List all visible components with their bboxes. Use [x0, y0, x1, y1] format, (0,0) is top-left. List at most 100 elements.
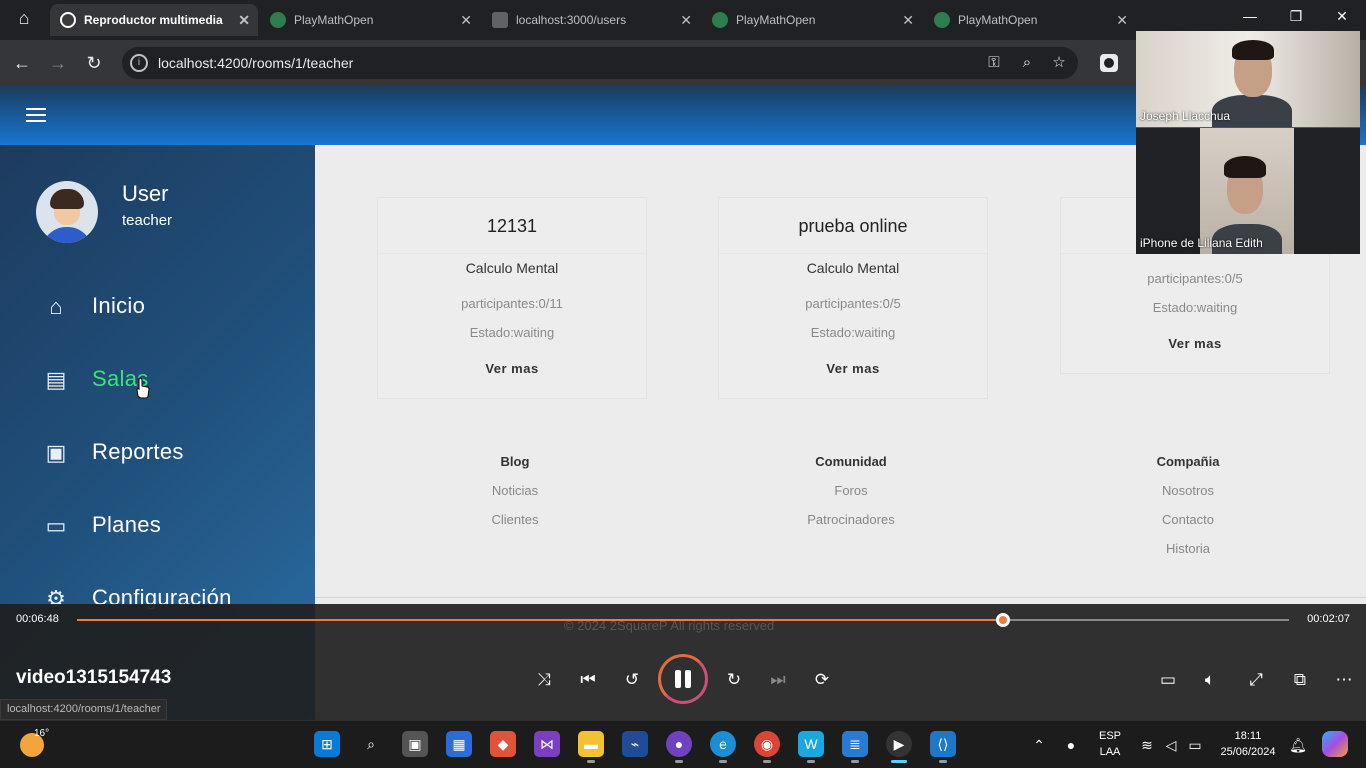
- extension-icon[interactable]: [1100, 54, 1118, 72]
- footer-link[interactable]: Noticias: [415, 480, 615, 509]
- chrome-icon[interactable]: ◉: [754, 731, 780, 763]
- room-participants: participantes:0/11: [461, 296, 563, 311]
- rewind-10-icon[interactable]: ↺: [618, 666, 646, 694]
- visual-studio-icon[interactable]: ⋈: [534, 731, 560, 757]
- home-icon[interactable]: ⌂: [10, 6, 38, 30]
- sidebar-item-label: Planes: [92, 512, 162, 537]
- zoom-icon[interactable]: ⌕: [1017, 53, 1037, 73]
- copilot-icon[interactable]: [1322, 731, 1348, 757]
- address-bar[interactable]: i localhost:4200/rooms/1/teacher ⚿ ⌕ ☆: [122, 47, 1078, 79]
- room-card: prueba online Calculo Mental participant…: [718, 197, 988, 399]
- repeat-off-icon[interactable]: ⟳: [808, 666, 836, 694]
- call-participant-tile[interactable]: iPhone de Liliana Edith: [1136, 128, 1360, 254]
- fullscreen-icon[interactable]: ⤢: [1242, 666, 1270, 694]
- tab-playmathopen-1[interactable]: PlayMathOpen ✕: [260, 4, 480, 36]
- notepad-icon[interactable]: ≣: [842, 731, 868, 763]
- sidebar-item-salas[interactable]: ▤ Salas: [42, 362, 302, 402]
- close-icon[interactable]: ✕: [680, 4, 692, 36]
- tab-playmathopen-3[interactable]: PlayMathOpen ✕: [924, 4, 1136, 36]
- sidebar-item-reportes[interactable]: ▣ Reportes: [42, 435, 302, 475]
- room-status: Estado:waiting: [1152, 300, 1238, 315]
- playmath-favicon-icon: [270, 12, 286, 28]
- speaker-icon[interactable]: ◁: [1161, 735, 1181, 755]
- battery-icon[interactable]: ▭: [1185, 735, 1205, 755]
- footer-link[interactable]: Patrocinadores: [751, 509, 951, 538]
- ver-mas-button[interactable]: Ver mas: [719, 361, 987, 376]
- remaining-time: 00:02:07: [1307, 613, 1350, 625]
- footer-link[interactable]: Foros: [751, 480, 951, 509]
- forward-icon[interactable]: →: [45, 50, 71, 76]
- git-icon[interactable]: ◆: [490, 731, 516, 757]
- forward-30-icon[interactable]: ↻: [720, 666, 748, 694]
- close-window-icon[interactable]: ✕: [1319, 0, 1365, 32]
- clock-time[interactable]: 18:11: [1216, 730, 1280, 742]
- microphone-icon[interactable]: ●: [1061, 735, 1081, 755]
- footer-link[interactable]: Clientes: [415, 509, 615, 538]
- search-icon[interactable]: ⌕: [358, 731, 384, 757]
- previous-track-icon[interactable]: ⏮: [574, 666, 602, 694]
- participant-name: iPhone de Liliana Edith: [1140, 236, 1263, 250]
- tray-chevron-icon[interactable]: ⌃: [1029, 735, 1049, 755]
- footer-column-comunidad: Comunidad Foros Patrocinadores: [751, 451, 951, 538]
- minimize-icon[interactable]: —: [1227, 0, 1273, 32]
- store-icon[interactable]: ▦: [446, 731, 472, 757]
- close-icon[interactable]: ✕: [460, 4, 472, 36]
- sidebar-item-planes[interactable]: ▭ Planes: [42, 508, 302, 548]
- language-indicator[interactable]: ESP: [1096, 730, 1124, 742]
- more-options-icon[interactable]: ⋯: [1330, 666, 1358, 694]
- file-explorer-icon[interactable]: ▬: [578, 731, 604, 763]
- windows-start-icon[interactable]: ⊞: [314, 731, 340, 757]
- participant-name: Joseph Llacchua: [1140, 109, 1231, 123]
- room-participants: participantes:0/5: [1147, 271, 1243, 286]
- sidebar-item-inicio[interactable]: ⌂ Inicio: [42, 289, 302, 329]
- pause-button[interactable]: [658, 654, 708, 704]
- edge-icon[interactable]: e: [710, 731, 736, 763]
- url-text[interactable]: localhost:4200/rooms/1/teacher: [158, 47, 353, 79]
- seek-bar[interactable]: [77, 613, 1289, 627]
- password-key-icon[interactable]: ⚿: [984, 53, 1004, 73]
- notification-bell-icon[interactable]: 🔔︎: [1288, 735, 1308, 755]
- tab-playmathopen-2[interactable]: PlayMathOpen ✕: [702, 4, 922, 36]
- seek-thumb[interactable]: [995, 613, 1010, 627]
- media-player-favicon-icon: [60, 12, 76, 28]
- clipboard-icon: ▤: [45, 367, 67, 392]
- room-title: prueba online: [798, 216, 908, 236]
- status-bar-url: localhost:4200/rooms/1/teacher: [0, 699, 168, 720]
- media-player-icon[interactable]: ▶: [886, 731, 912, 763]
- sidebar-item-label: Inicio: [92, 293, 146, 318]
- shuffle-icon[interactable]: ⤨: [530, 666, 558, 694]
- wifi-icon[interactable]: ≋: [1137, 735, 1157, 755]
- call-participant-tile[interactable]: Joseph Llacchua: [1136, 31, 1360, 127]
- keyboard-layout[interactable]: LAA: [1096, 746, 1124, 758]
- avatar: [36, 181, 98, 243]
- volume-icon[interactable]: 🔈︎: [1196, 666, 1224, 694]
- footer-link[interactable]: Contacto: [1088, 509, 1288, 538]
- footer-link[interactable]: Nosotros: [1088, 480, 1288, 509]
- tab-localhost-users[interactable]: localhost:3000/users ✕: [482, 4, 700, 36]
- user-role: teacher: [122, 212, 173, 229]
- close-icon[interactable]: ✕: [902, 4, 914, 36]
- task-view-icon[interactable]: ▣: [402, 731, 428, 757]
- maximize-icon[interactable]: ❐: [1273, 0, 1319, 32]
- mini-player-icon[interactable]: ⧉: [1286, 666, 1314, 694]
- close-icon[interactable]: ✕: [1116, 4, 1128, 36]
- menu-icon[interactable]: [26, 108, 46, 122]
- close-icon[interactable]: ✕: [238, 4, 250, 36]
- next-track-icon[interactable]: ⏭: [764, 666, 792, 694]
- footer-link[interactable]: Historia: [1088, 538, 1288, 567]
- webstorm-icon[interactable]: W: [798, 731, 824, 763]
- subtitles-icon[interactable]: ▭: [1154, 666, 1182, 694]
- ver-mas-button[interactable]: Ver mas: [1061, 336, 1329, 351]
- clock-date[interactable]: 25/06/2024: [1216, 746, 1280, 758]
- remote-desktop-icon[interactable]: ⌁: [622, 731, 648, 757]
- bookmark-star-icon[interactable]: ☆: [1049, 53, 1069, 73]
- site-info-icon[interactable]: i: [130, 54, 148, 72]
- reload-icon[interactable]: ↻: [81, 50, 107, 76]
- vscode-icon[interactable]: ⟨⟩: [930, 731, 956, 763]
- tab-reproductor[interactable]: Reproductor multimedia ✕: [50, 4, 258, 36]
- back-icon[interactable]: ←: [9, 50, 35, 76]
- playmath-favicon-icon: [712, 12, 728, 28]
- page-favicon-icon: [492, 12, 508, 28]
- github-icon[interactable]: ●: [666, 731, 692, 763]
- ver-mas-button[interactable]: Ver mas: [378, 361, 646, 376]
